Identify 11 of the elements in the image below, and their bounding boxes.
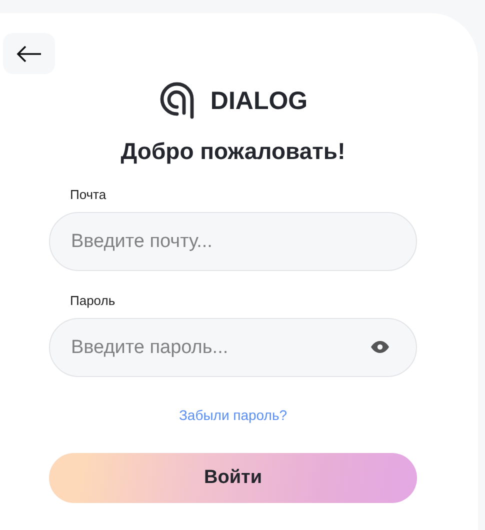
input-field[interactable]: Введите пароль... [49,318,417,377]
field-label: Почта [70,187,106,202]
eye-icon[interactable] [371,341,389,353]
back-button[interactable] [3,33,55,74]
welcome-heading: Добро пожаловать! [120,138,346,165]
brand-name: DIALOG [210,86,308,116]
back-arrow-icon [16,44,42,62]
login-button[interactable]: Войти [49,453,417,503]
input-field[interactable]: Введите почту... [49,212,417,271]
field-label: Пароль [70,293,116,308]
logo-icon [158,82,196,120]
